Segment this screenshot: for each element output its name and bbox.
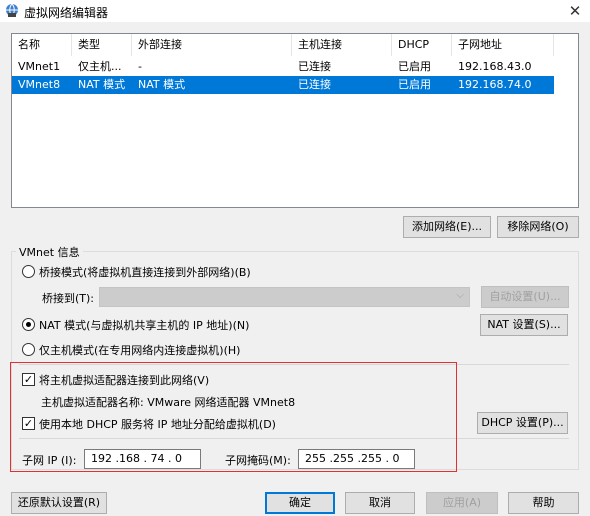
cell-external: NAT 模式	[138, 78, 186, 91]
cell-subnet: 192.168.74.0	[458, 78, 532, 91]
hostonly-radio[interactable]	[22, 343, 35, 356]
column-header-external[interactable]: 外部连接	[132, 34, 292, 56]
nat-label[interactable]: NAT 模式(与虚拟机共享主机的 IP 地址)(N)	[39, 317, 249, 333]
cell-name: VMnet8	[18, 78, 61, 91]
cell-dhcp: 已启用	[398, 78, 431, 91]
hostonly-label[interactable]: 仅主机模式(在专用网络内连接虚拟机)(H)	[39, 342, 240, 358]
ok-button[interactable]: 确定	[265, 492, 335, 514]
remove-network-button[interactable]: 移除网络(O)	[497, 216, 579, 238]
column-header-host[interactable]: 主机连接	[292, 34, 392, 56]
close-button[interactable]: ✕	[560, 0, 590, 22]
nat-radio[interactable]	[22, 318, 35, 331]
cancel-button[interactable]: 取消	[345, 492, 415, 514]
bridged-label[interactable]: 桥接模式(将虚拟机直接连接到外部网络)(B)	[39, 264, 251, 280]
cell-type: 仅主机...	[78, 60, 122, 73]
network-icon	[6, 3, 18, 17]
cell-type: NAT 模式	[78, 78, 126, 91]
cell-host: 已连接	[298, 78, 331, 91]
add-network-button[interactable]: 添加网络(E)...	[403, 216, 491, 238]
column-header-dhcp[interactable]: DHCP	[392, 34, 452, 56]
cell-dhcp: 已启用	[398, 60, 431, 73]
cell-name: VMnet1	[18, 60, 61, 73]
column-header-subnet[interactable]: 子网地址	[452, 34, 554, 56]
bridge-to-label: 桥接到(T):	[42, 292, 95, 305]
restore-defaults-button[interactable]: 还原默认设置(R)	[11, 492, 107, 514]
column-header-type[interactable]: 类型	[72, 34, 132, 56]
vmnet-info-legend: VMnet 信息	[16, 244, 83, 260]
window-title: 虚拟网络编辑器	[24, 6, 109, 20]
auto-settings-button[interactable]: 自动设置(U)...	[481, 286, 569, 308]
nat-settings-button[interactable]: NAT 设置(S)...	[480, 314, 568, 336]
network-list[interactable]: 名称 类型 外部连接 主机连接 DHCP 子网地址 VMnet1 仅主机... …	[11, 33, 579, 208]
cell-host: 已连接	[298, 60, 331, 73]
table-row[interactable]: VMnet8 NAT 模式 NAT 模式 已连接 已启用 192.168.74.…	[12, 76, 554, 94]
help-button[interactable]: 帮助	[508, 492, 579, 514]
highlight-box	[10, 362, 457, 472]
bridged-radio[interactable]	[22, 265, 35, 278]
apply-button[interactable]: 应用(A)	[426, 492, 498, 514]
dhcp-settings-button[interactable]: DHCP 设置(P)...	[477, 412, 568, 434]
column-header-name[interactable]: 名称	[12, 34, 72, 56]
cell-subnet: 192.168.43.0	[458, 60, 532, 73]
chevron-down-icon: ⌵	[456, 290, 464, 301]
bridge-to-select[interactable]: ⌵	[99, 287, 470, 307]
cell-external: -	[138, 60, 142, 73]
table-row[interactable]: VMnet1 仅主机... - 已连接 已启用 192.168.43.0	[12, 58, 554, 76]
